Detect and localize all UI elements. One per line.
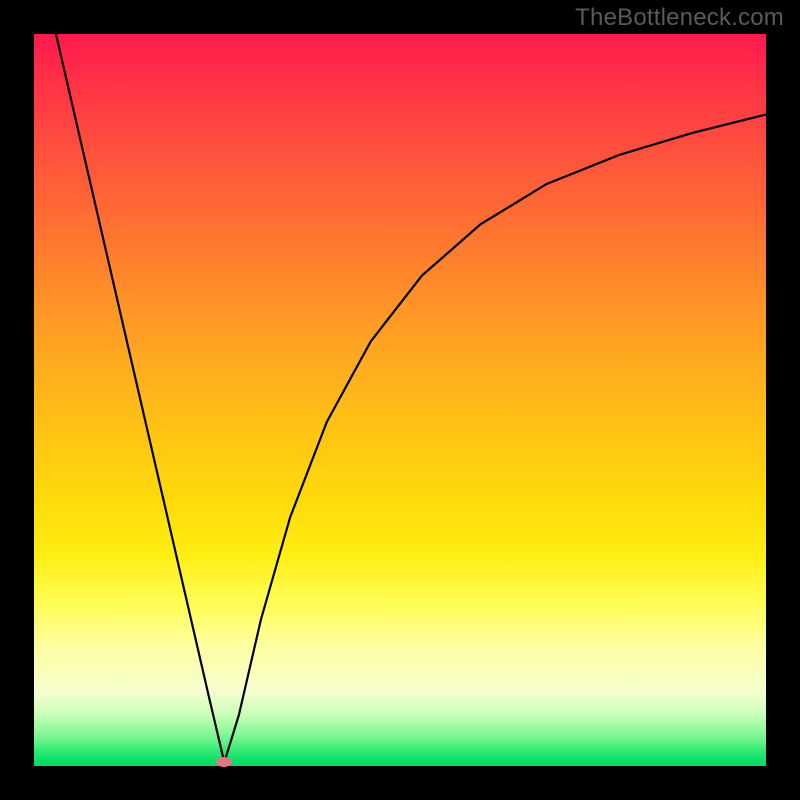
chart-frame: TheBottleneck.com (0, 0, 800, 800)
plot-area (34, 34, 766, 766)
curve-left-arm (56, 34, 224, 762)
watermark-text: TheBottleneck.com (575, 4, 784, 32)
bottleneck-curve (34, 34, 766, 766)
curve-right-arm (224, 115, 766, 763)
minimum-marker (216, 757, 232, 767)
